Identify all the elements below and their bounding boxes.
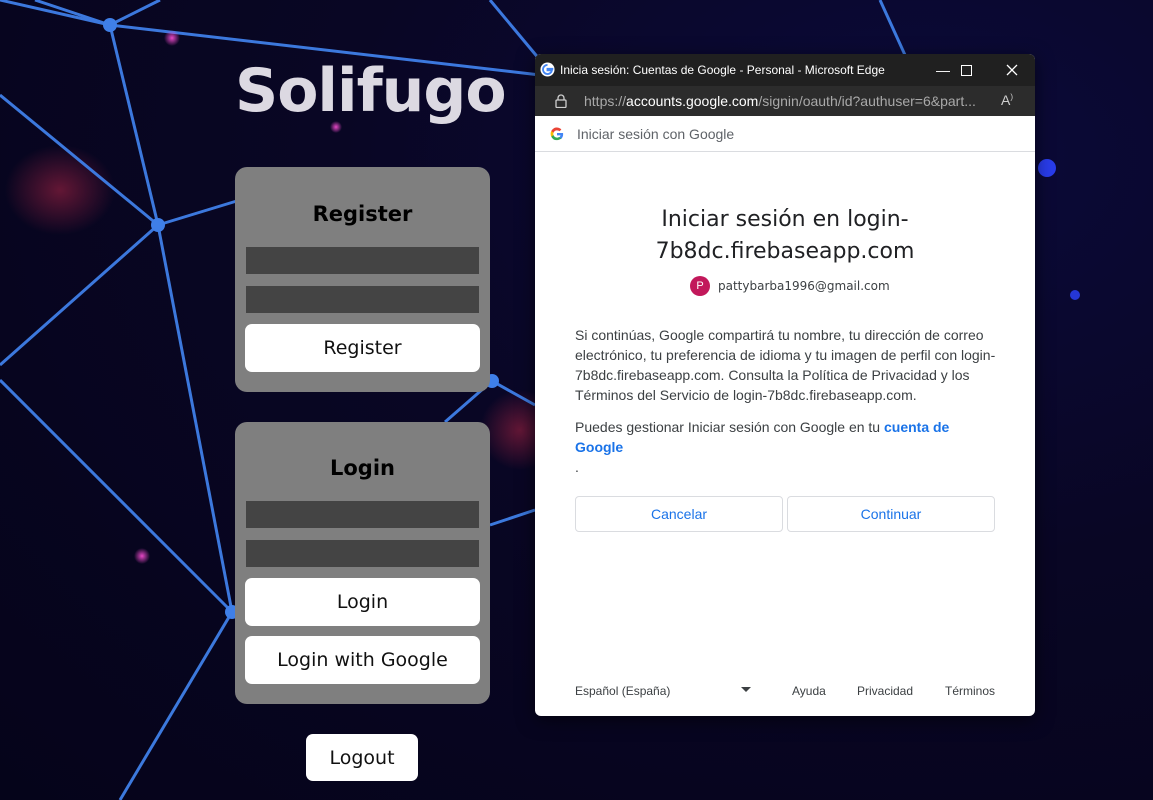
url-prefix: https://	[584, 93, 627, 109]
google-signin-popup: Inicia sesión: Cuentas de Google - Perso…	[535, 54, 1035, 716]
maximize-icon[interactable]	[943, 54, 989, 86]
heading-line-1: Iniciar sesión en login-	[661, 207, 909, 232]
login-with-google-button[interactable]: Login with Google	[245, 636, 480, 684]
logout-button[interactable]: Logout	[306, 734, 418, 781]
register-password-field[interactable]	[246, 286, 479, 313]
cancel-button[interactable]: Cancelar	[575, 496, 783, 532]
google-logo-icon	[550, 127, 564, 141]
chevron-down-icon	[741, 687, 751, 692]
google-icon	[540, 62, 555, 77]
read-aloud-icon[interactable]: A)	[1001, 92, 1013, 108]
login-button[interactable]: Login	[245, 578, 480, 626]
app-title: Solifugo	[235, 56, 507, 126]
address-bar[interactable]: https://accounts.google.com/signin/oauth…	[535, 86, 1035, 116]
manage-end: .	[575, 459, 579, 475]
register-button[interactable]: Register	[245, 324, 480, 372]
manage-text: Puedes gestionar Iniciar sesión con Goog…	[575, 419, 884, 435]
language-select[interactable]: Español (España)	[575, 684, 753, 698]
register-heading: Register	[312, 202, 413, 226]
url-host: accounts.google.com	[626, 93, 759, 109]
language-value: Español (España)	[575, 684, 671, 698]
signin-heading: Iniciar sesión en login- 7b8dc.firebasea…	[535, 204, 1035, 268]
close-icon[interactable]	[989, 54, 1035, 86]
login-email-field[interactable]	[246, 501, 479, 528]
continue-button[interactable]: Continuar	[787, 496, 995, 532]
url-path: /signin/oauth/id?authuser=6&part...	[758, 93, 976, 109]
google-signin-header: Iniciar sesión con Google	[535, 116, 1035, 152]
lock-icon	[555, 94, 567, 108]
privacy-link[interactable]: Privacidad	[857, 684, 913, 698]
login-heading: Login	[330, 456, 395, 480]
heading-line-2: 7b8dc.firebaseapp.com	[655, 239, 915, 264]
login-card: Login Login Login with Google	[235, 422, 490, 704]
account-chip[interactable]: P pattybarba1996@gmail.com	[690, 276, 890, 296]
window-title: Inicia sesión: Cuentas de Google - Perso…	[560, 63, 885, 77]
avatar: P	[690, 276, 710, 296]
consent-text: Si continúas, Google compartirá tu nombr…	[575, 327, 996, 403]
url-text: https://accounts.google.com/signin/oauth…	[584, 93, 976, 109]
register-email-field[interactable]	[246, 247, 479, 274]
register-card: Register Register	[235, 167, 490, 392]
help-link[interactable]: Ayuda	[792, 684, 826, 698]
terms-link[interactable]: Términos	[945, 684, 995, 698]
header-text: Iniciar sesión con Google	[577, 126, 735, 142]
login-password-field[interactable]	[246, 540, 479, 567]
account-email: pattybarba1996@gmail.com	[718, 279, 890, 293]
window-titlebar[interactable]: Inicia sesión: Cuentas de Google - Perso…	[535, 54, 1035, 86]
manage-account-text: Puedes gestionar Iniciar sesión con Goog…	[575, 417, 1000, 477]
